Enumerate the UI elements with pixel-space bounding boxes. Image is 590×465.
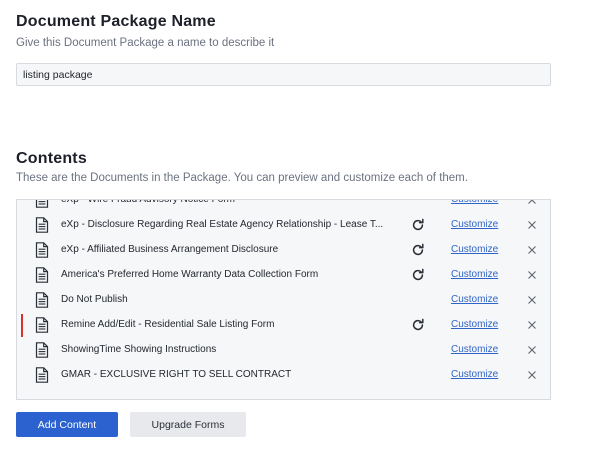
refresh-icon[interactable]	[411, 243, 425, 257]
document-name[interactable]: ShowingTime Showing Instructions	[61, 344, 386, 355]
close-icon[interactable]	[526, 243, 538, 257]
close-icon[interactable]	[526, 318, 538, 332]
page-title: Document Package Name	[16, 13, 216, 30]
customize-link[interactable]: Customize	[451, 369, 498, 380]
document-row[interactable]: GMAR - EXCLUSIVE RIGHT TO SELL CONTRACT C…	[17, 363, 550, 388]
document-name[interactable]: Do Not Publish	[61, 294, 386, 305]
document-name[interactable]: America's Preferred Home Warranty Data C…	[61, 269, 386, 280]
document-name[interactable]: eXp - Wire Fraud Advisory Notice Form	[61, 200, 386, 205]
document-icon	[35, 317, 49, 333]
document-icon	[35, 292, 49, 308]
document-icon	[35, 367, 49, 383]
document-name[interactable]: eXp - Affiliated Business Arrangement Di…	[61, 244, 386, 255]
document-row[interactable]: ShowingTime Showing Instructions Customiz…	[17, 338, 550, 363]
customize-link[interactable]: Customize	[451, 200, 498, 205]
close-icon[interactable]	[526, 200, 538, 207]
customize-link[interactable]: Customize	[451, 344, 498, 355]
document-name[interactable]: Remine Add/Edit - Residential Sale Listi…	[61, 319, 386, 330]
close-icon[interactable]	[526, 343, 538, 357]
document-row[interactable]: Remine Add/Edit - Residential Sale Listi…	[17, 313, 550, 338]
customize-link[interactable]: Customize	[451, 319, 498, 330]
refresh-icon[interactable]	[411, 318, 425, 332]
refresh-icon[interactable]	[411, 268, 425, 282]
document-icon	[35, 342, 49, 358]
close-icon[interactable]	[526, 293, 538, 307]
document-name[interactable]: eXp - Disclosure Regarding Real Estate A…	[61, 219, 386, 230]
close-icon[interactable]	[526, 368, 538, 382]
document-row[interactable]: America's Preferred Home Warranty Data C…	[17, 263, 550, 288]
document-name[interactable]: GMAR - EXCLUSIVE RIGHT TO SELL CONTRACT	[61, 369, 386, 380]
customize-link[interactable]: Customize	[451, 294, 498, 305]
page-subtitle: Give this Document Package a name to des…	[16, 37, 275, 49]
document-icon	[35, 200, 49, 208]
close-icon[interactable]	[526, 268, 538, 282]
upgrade-forms-button[interactable]: Upgrade Forms	[130, 412, 246, 437]
document-icon	[35, 267, 49, 283]
document-icon	[35, 217, 49, 233]
contents-title: Contents	[16, 150, 87, 167]
document-list[interactable]: eXp - Wire Fraud Advisory Notice Form Cus…	[16, 199, 551, 400]
refresh-icon[interactable]	[411, 218, 425, 232]
selected-row-marker	[21, 314, 23, 337]
customize-link[interactable]: Customize	[451, 269, 498, 280]
customize-link[interactable]: Customize	[451, 244, 498, 255]
document-row[interactable]: eXp - Wire Fraud Advisory Notice Form Cus…	[17, 200, 550, 213]
document-row[interactable]: Do Not Publish Customize	[17, 288, 550, 313]
add-content-button[interactable]: Add Content	[16, 412, 118, 437]
customize-link[interactable]: Customize	[451, 219, 498, 230]
close-icon[interactable]	[526, 218, 538, 232]
package-name-input[interactable]	[16, 63, 551, 86]
document-icon	[35, 242, 49, 258]
contents-subtitle: These are the Documents in the Package. …	[16, 172, 468, 184]
document-row[interactable]: eXp - Disclosure Regarding Real Estate A…	[17, 213, 550, 238]
document-rows: eXp - Wire Fraud Advisory Notice Form Cus…	[17, 200, 550, 388]
document-row[interactable]: eXp - Affiliated Business Arrangement Di…	[17, 238, 550, 263]
